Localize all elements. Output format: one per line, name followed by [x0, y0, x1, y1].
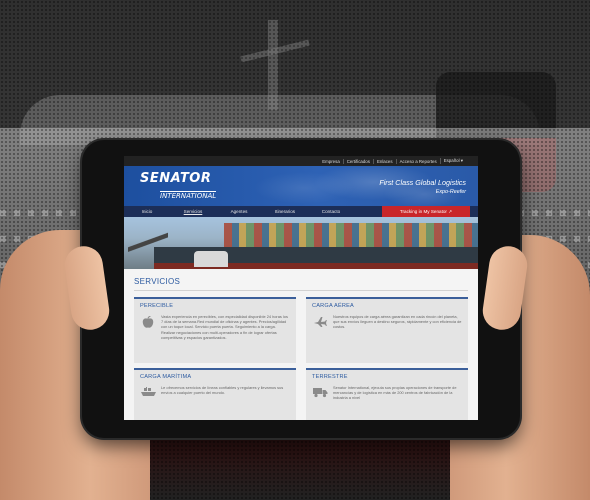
main-nav: Inicio Servicios Agentes Itinerarios Con…: [124, 206, 478, 217]
utility-link-empresa[interactable]: Empresa: [319, 159, 343, 164]
tracking-label: Tracking in My Senator: [399, 209, 447, 214]
tagline-sub: Expo-Reefer: [435, 189, 466, 195]
card-title: CARGA AÉREA: [312, 303, 354, 309]
card-description: Le ofrecemos servicios de líneas confiab…: [161, 385, 284, 396]
services-section: SERVICIOS PERECIBLE Vasta experiencia en…: [124, 269, 478, 420]
tablet-screen: Empresa Certificados Enlaces Acceso a Re…: [124, 156, 478, 420]
nav-contacto[interactable]: Contacto: [308, 209, 354, 214]
service-card-carga-aerea[interactable]: CARGA AÉREA Nuestros equipos de carga aé…: [306, 297, 468, 363]
card-title: CARGA MARÍTIMA: [140, 374, 192, 380]
card-title: PERECIBLE: [140, 303, 174, 309]
card-body: Senator International, ejecuta sus propi…: [312, 385, 462, 401]
ship-icon: [140, 385, 156, 397]
site-header: SENATOR INTERNATIONAL First Class Global…: [124, 166, 478, 206]
nav-agentes[interactable]: Agentes: [216, 209, 262, 214]
senator-logo[interactable]: SENATOR INTERNATIONAL: [140, 172, 232, 200]
services-grid: PERECIBLE Vasta experiencia en perecible…: [134, 297, 468, 420]
card-description: Senator International, ejecuta sus propi…: [333, 385, 457, 401]
tablet-device: Empresa Certificados Enlaces Acceso a Re…: [82, 140, 520, 438]
card-description: Vasta experiencia en perecibles, con esp…: [161, 314, 288, 340]
language-selector[interactable]: Español ▾: [439, 158, 466, 164]
tagline-main: First Class Global Logistics: [379, 178, 466, 187]
utility-link-enlaces[interactable]: Enlaces: [372, 158, 396, 164]
card-description: Nuestros equipos de carga aérea garantiz…: [333, 314, 462, 330]
card-title: TERRESTRE: [312, 374, 348, 380]
language-label: Español: [443, 158, 460, 163]
hero-image: [124, 217, 478, 269]
service-card-carga-maritima[interactable]: CARGA MARÍTIMA Le ofrecemos servicios de…: [134, 368, 296, 420]
divider: [134, 290, 468, 291]
tugboat-graphic: [194, 251, 228, 267]
nav-servicios[interactable]: Servicios: [170, 209, 216, 214]
logo-subtitle: INTERNATIONAL: [160, 191, 217, 200]
truck-icon: [312, 385, 328, 401]
services-title: SERVICIOS: [134, 277, 181, 286]
airplane-icon: [312, 314, 328, 330]
utility-bar: Empresa Certificados Enlaces Acceso a Re…: [124, 156, 478, 166]
utility-link-reportes[interactable]: Acceso a Reportes: [395, 158, 440, 164]
service-card-perecible[interactable]: PERECIBLE Vasta experiencia en perecible…: [134, 297, 296, 363]
card-body: Le ofrecemos servicios de líneas confiab…: [140, 385, 290, 397]
logo-wordmark: SENATOR: [140, 171, 212, 186]
card-body: Vasta experiencia en perecibles, con esp…: [140, 314, 290, 340]
apple-icon: [140, 314, 156, 340]
nav-itinerarios[interactable]: Itinerarios: [262, 209, 308, 214]
external-link-icon: ↗: [448, 208, 453, 214]
card-body: Nuestros equipos de carga aérea garantiz…: [312, 314, 462, 330]
service-card-terrestre[interactable]: TERRESTRE Senator International, ejecuta…: [306, 368, 468, 420]
tracking-button[interactable]: Tracking in My Senator ↗: [382, 206, 470, 217]
utility-link-certificados[interactable]: Certificados: [342, 158, 373, 164]
tagline: First Class Global Logistics Expo-Reefer: [379, 178, 466, 195]
nav-inicio[interactable]: Inicio: [124, 209, 170, 214]
